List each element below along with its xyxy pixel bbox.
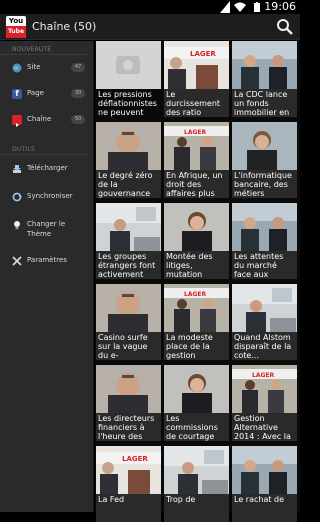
video-tile[interactable]: La CDC lance un fonds immobilier en — [232, 41, 297, 117]
video-title: Casino surfe sur la vague du e-commerce — [96, 332, 161, 360]
video-title: La Fed — [96, 494, 161, 522]
section-header-new: NOUVEAUTÉ — [0, 45, 87, 55]
youtube-logo-icon[interactable]: You Tube — [6, 16, 26, 38]
video-tile[interactable]: Le degré zéro de la gouvernance — [96, 122, 161, 198]
wifi-icon — [234, 2, 246, 12]
facebook-icon: f — [12, 89, 22, 99]
video-tile[interactable]: LAGER En Afrique, un droit des affaires p… — [164, 122, 229, 198]
drawer-item-label: Télécharger — [27, 164, 68, 172]
count-badge: 50 — [71, 115, 85, 124]
drawer-item-label: Chaîne — [27, 115, 52, 123]
video-title: En Afrique, un droit des affaires plus — [164, 170, 229, 198]
drawer-item-sync[interactable]: Synchroniser — [0, 183, 93, 211]
video-thumbnail — [232, 446, 297, 494]
svg-text:LAGER: LAGER — [252, 372, 274, 379]
video-thumbnail: LAGER — [96, 446, 161, 494]
lightbulb-icon — [14, 221, 20, 230]
video-title: Les groupes étrangers font activement — [96, 251, 161, 279]
video-thumbnail — [232, 203, 297, 251]
drawer-item-label: Synchroniser — [27, 192, 73, 200]
count-badge: 47 — [71, 63, 85, 72]
video-tile[interactable]: L'informatique bancaire, des métiers — [232, 122, 297, 198]
video-thumbnail — [232, 284, 297, 332]
video-thumbnail — [96, 284, 161, 332]
action-bar: You Tube Chaîne (50) — [0, 14, 300, 40]
status-bar: 19:06 — [0, 0, 300, 14]
drawer-item-label: Changer le Thème — [27, 220, 66, 238]
section-header-tools: OUTILS — [0, 145, 87, 155]
video-title: L'informatique bancaire, des métiers — [232, 170, 297, 198]
video-tile[interactable]: LAGER La modeste place de la gestion — [164, 284, 229, 360]
video-title: Le degré zéro de la gouvernance — [96, 170, 161, 198]
video-thumbnail: LAGER — [164, 122, 229, 170]
svg-text:LAGER: LAGER — [184, 129, 206, 136]
video-title: Le rachat de — [232, 494, 297, 522]
video-title: Gestion Alternative 2014 : Avec la — [232, 413, 297, 441]
navigation-drawer: NOUVEAUTÉ Site 47 f Page 30 Chaîne 50 OU… — [0, 41, 94, 512]
signal-icon — [220, 1, 230, 13]
video-tile[interactable]: Les groupes étrangers font activement — [96, 203, 161, 279]
video-tile[interactable]: LAGER Le durcissement des ratio — [164, 41, 229, 117]
svg-text:LAGER: LAGER — [184, 291, 206, 298]
status-clock: 19:06 — [264, 0, 296, 13]
video-title: Les pressions déflationnistes ne peuvent… — [96, 89, 161, 117]
download-icon — [13, 165, 21, 173]
video-tile[interactable]: Les commissions de courtage — [164, 365, 229, 441]
drawer-item-download[interactable]: Télécharger — [0, 155, 93, 183]
video-title: La modeste place de la gestion — [164, 332, 229, 360]
tools-icon — [12, 256, 22, 266]
video-thumbnail — [96, 365, 161, 413]
video-grid: Les pressions déflationnistes ne peuvent… — [95, 41, 300, 522]
video-thumbnail — [164, 365, 229, 413]
video-thumbnail — [164, 203, 229, 251]
video-title: Les attentes du marché face aux enjeux d… — [232, 251, 297, 279]
video-tile[interactable]: Les pressions déflationnistes ne peuvent… — [96, 41, 161, 117]
battery-icon — [254, 2, 260, 12]
drawer-item-label: Paramètres — [27, 256, 67, 264]
drawer-item-theme[interactable]: Changer le Thème — [0, 211, 93, 247]
video-thumbnail: LAGER — [164, 284, 229, 332]
globe-icon — [12, 63, 22, 73]
video-thumbnail — [232, 122, 297, 170]
video-tile[interactable]: LAGER Gestion Alternative 2014 : Avec la — [232, 365, 297, 441]
video-title: Montée des litiges, mutation — [164, 251, 229, 279]
video-thumbnail — [96, 41, 161, 89]
video-thumbnail: LAGER — [164, 41, 229, 89]
video-tile[interactable]: Casino surfe sur la vague du e-commerce — [96, 284, 161, 360]
svg-text:LAGER: LAGER — [122, 455, 148, 463]
video-thumbnail — [96, 122, 161, 170]
video-tile[interactable]: Montée des litiges, mutation — [164, 203, 229, 279]
drawer-item-settings[interactable]: Paramètres — [0, 247, 93, 275]
video-thumbnail — [96, 203, 161, 251]
video-thumbnail — [232, 41, 297, 89]
video-tile[interactable]: Trop de — [164, 446, 229, 522]
video-tile[interactable]: Les attentes du marché face aux enjeux d… — [232, 203, 297, 279]
video-title: Quand Alstom disparaît de la cote... — [232, 332, 297, 360]
video-title: Les directeurs financiers à l'heure des — [96, 413, 161, 441]
video-title: Trop de — [164, 494, 229, 522]
video-title: Les commissions de courtage — [164, 413, 229, 441]
youtube-icon — [12, 115, 22, 127]
drawer-item-label: Site — [27, 63, 41, 71]
video-title: Le durcissement des ratio — [164, 89, 229, 117]
video-tile[interactable]: Le rachat de — [232, 446, 297, 522]
video-tile[interactable]: Quand Alstom disparaît de la cote... — [232, 284, 297, 360]
logo-tube-text: Tube — [6, 26, 26, 38]
video-thumbnail — [164, 446, 229, 494]
search-icon[interactable] — [276, 18, 294, 36]
drawer-item-chaine[interactable]: Chaîne 50 — [0, 107, 93, 133]
logo-you-text: You — [8, 17, 24, 25]
video-thumbnail: LAGER — [232, 365, 297, 413]
drawer-item-page[interactable]: f Page 30 — [0, 81, 93, 107]
video-tile[interactable]: LAGER La Fed — [96, 446, 161, 522]
sync-icon — [12, 192, 22, 202]
drawer-item-label: Page — [27, 89, 44, 97]
drawer-item-site[interactable]: Site 47 — [0, 55, 93, 81]
svg-text:LAGER: LAGER — [190, 50, 216, 58]
count-badge: 30 — [71, 89, 85, 98]
video-title: La CDC lance un fonds immobilier en — [232, 89, 297, 117]
video-tile[interactable]: Les directeurs financiers à l'heure des — [96, 365, 161, 441]
page-title: Chaîne (50) — [32, 20, 97, 33]
